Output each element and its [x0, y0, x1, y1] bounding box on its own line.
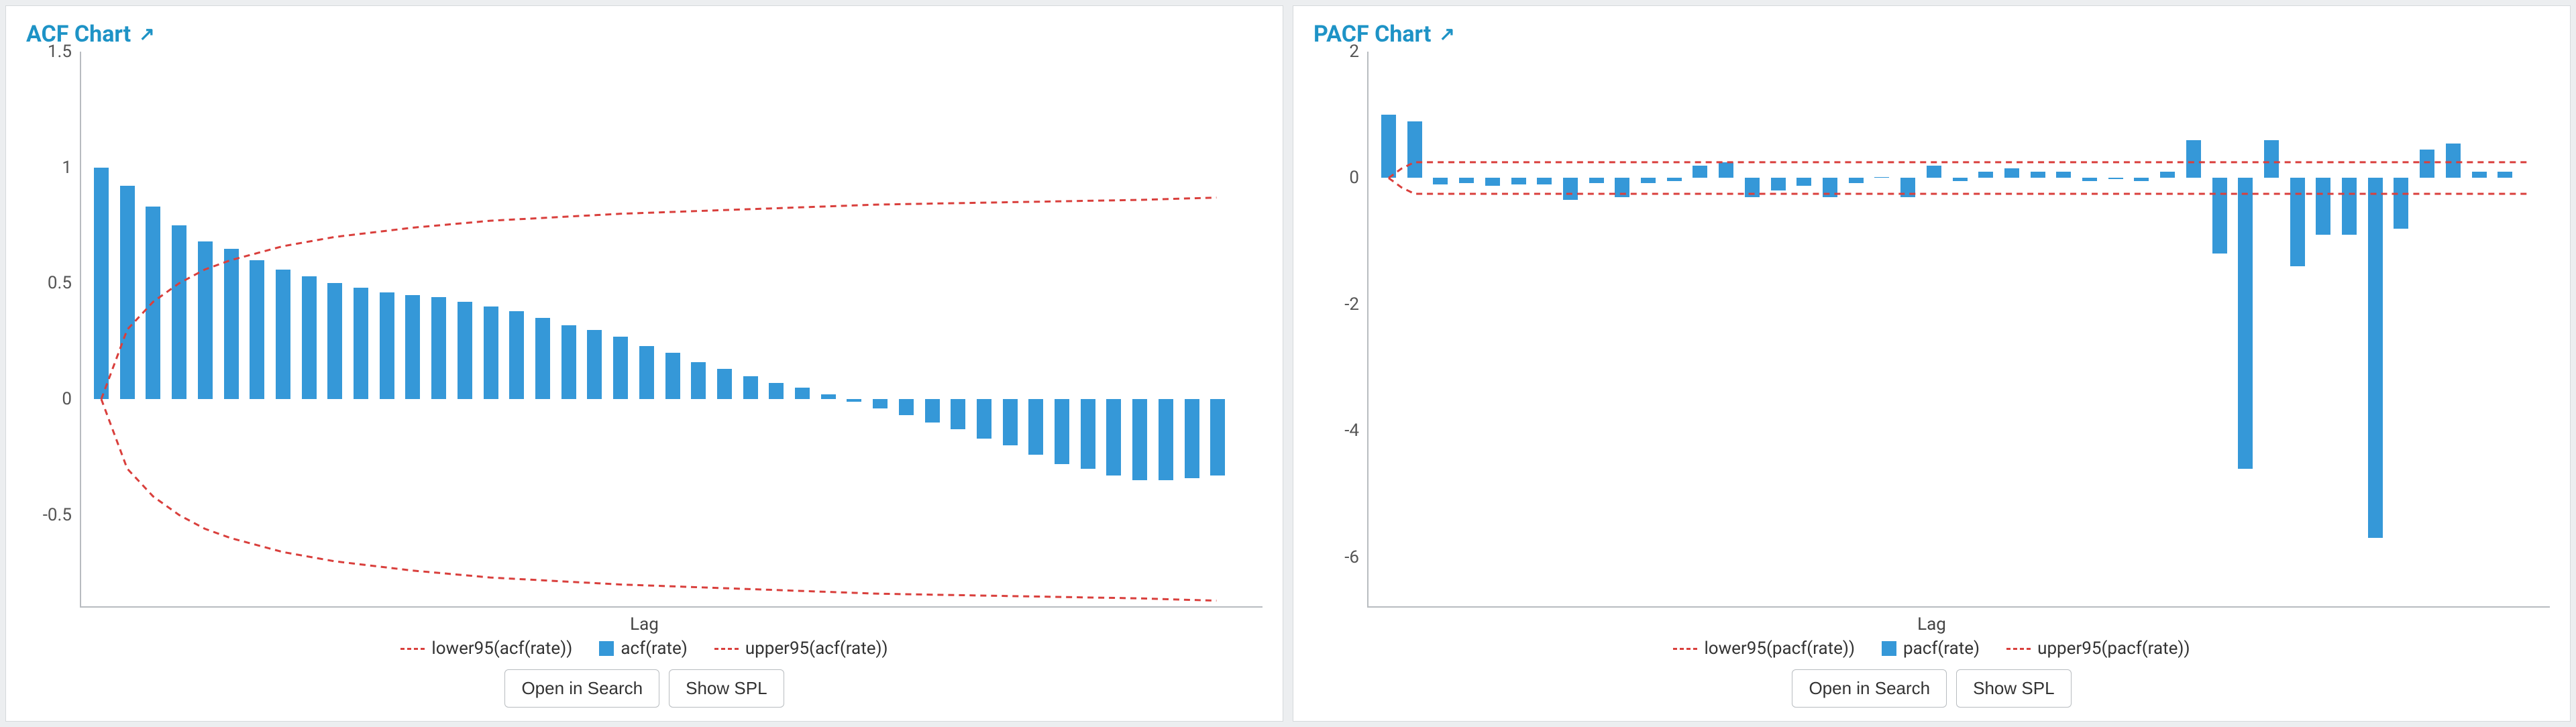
legend-lower95-p[interactable]: lower95(pacf(rate))	[1673, 638, 1855, 659]
pacf-chart-area: -6-4-202	[1313, 52, 2550, 608]
dash-icon	[400, 648, 425, 650]
pacf-xlabel: Lag	[1313, 614, 2550, 634]
pacf-panel: PACF Chart ↗ -6 -4 -2 0 2 Lag lower95(pacf(r…	[1293, 5, 2571, 722]
pacf-title[interactable]: PACF Chart	[1313, 21, 1431, 48]
acf-button-row: Open in Search Show SPL	[26, 669, 1263, 708]
pacf-title-row: PACF Chart ↗	[1313, 21, 2550, 48]
open-in-search-button[interactable]: Open in Search	[504, 669, 659, 708]
confidence-line	[1389, 162, 2530, 178]
ytick: 0.5	[48, 273, 72, 293]
acf-title-row: ACF Chart ↗	[26, 21, 1263, 48]
legend-upper95-p[interactable]: upper95(pacf(rate))	[2006, 638, 2190, 659]
open-in-search-button[interactable]: Open in Search	[1792, 669, 1947, 708]
open-external-icon[interactable]: ↗	[139, 25, 154, 44]
legend-lower95[interactable]: lower95(acf(rate))	[400, 638, 572, 659]
show-spl-button[interactable]: Show SPL	[1956, 669, 2071, 708]
legend-acf[interactable]: acf(rate)	[599, 638, 687, 659]
open-external-icon[interactable]: ↗	[1439, 25, 1454, 44]
confidence-line	[101, 198, 1216, 400]
acf-title[interactable]: ACF Chart	[26, 21, 131, 48]
dash-icon	[1673, 648, 1697, 650]
acf-xaxis-line	[80, 606, 1263, 608]
ytick: -4	[1344, 421, 1359, 441]
acf-panel: ACF Chart ↗ -0.5 0 0.5 1 1.5 Lag lower95(acf…	[5, 5, 1283, 722]
acf-plot	[80, 52, 1263, 608]
pacf-button-row: Open in Search Show SPL	[1313, 669, 2550, 708]
ytick: 0	[1349, 168, 1359, 188]
acf-yaxis: -0.500.511.5	[26, 52, 80, 608]
pacf-xaxis-line	[1367, 606, 2550, 608]
ytick: -6	[1344, 547, 1359, 567]
ytick: 0	[62, 389, 72, 409]
legend-upper95[interactable]: upper95(acf(rate))	[714, 638, 888, 659]
acf-chart-area: -0.500.511.5	[26, 52, 1263, 608]
show-spl-button[interactable]: Show SPL	[669, 669, 784, 708]
square-icon	[599, 641, 614, 656]
pacf-plot	[1367, 52, 2550, 608]
pacf-legend: lower95(pacf(rate)) pacf(rate) upper95(p…	[1313, 638, 2550, 659]
pacf-yaxis: -6-4-202	[1313, 52, 1367, 608]
ytick: 1	[62, 158, 72, 178]
ytick: -0.5	[43, 505, 72, 525]
legend-pacf[interactable]: pacf(rate)	[1882, 638, 1980, 659]
square-icon	[1882, 641, 1896, 656]
dash-icon	[2006, 648, 2031, 650]
ytick: 1.5	[48, 42, 72, 62]
confidence-line	[1389, 178, 2530, 194]
dash-icon	[714, 648, 739, 650]
confidence-line	[101, 399, 1216, 601]
ytick: 2	[1349, 42, 1359, 62]
ytick: -2	[1344, 294, 1359, 315]
acf-xlabel: Lag	[26, 614, 1263, 634]
acf-legend: lower95(acf(rate)) acf(rate) upper95(acf…	[26, 638, 1263, 659]
